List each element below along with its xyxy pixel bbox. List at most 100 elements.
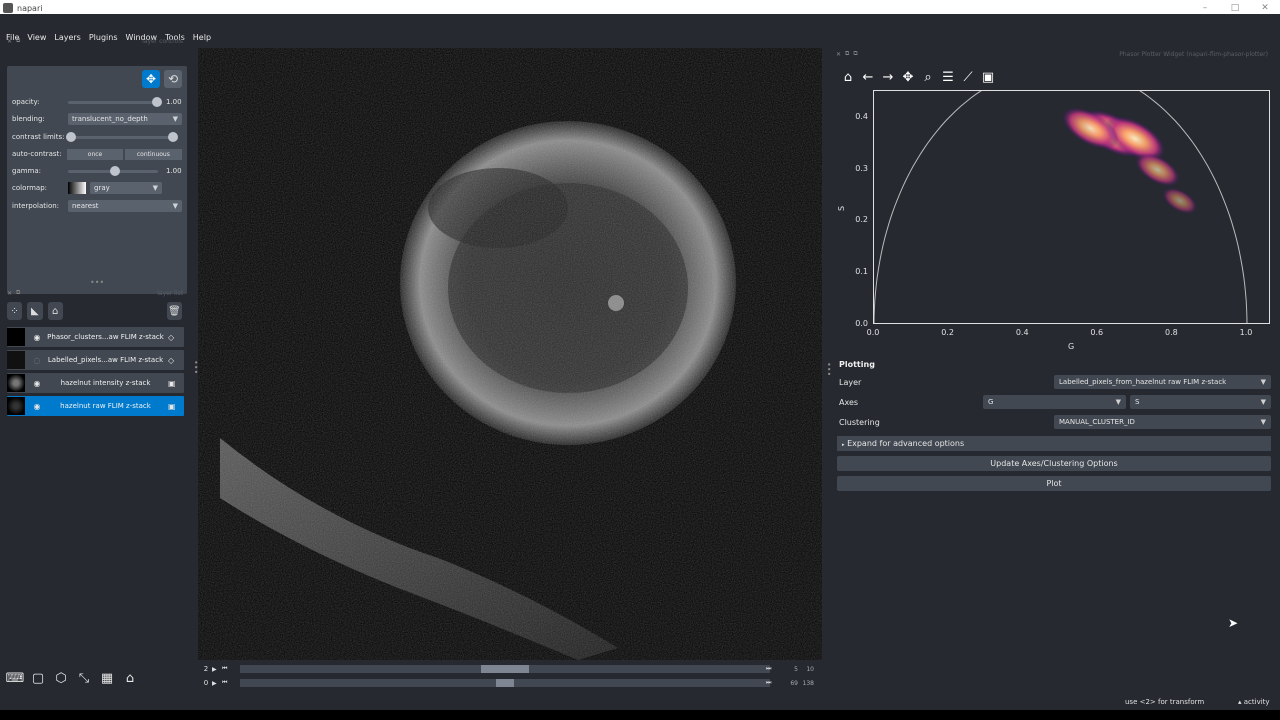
opacity-slider-handle[interactable] xyxy=(152,96,162,107)
layer-item[interactable]: ◌ Labelled_pixels...aw FLIM z-stack ◇ xyxy=(7,350,184,370)
x-axis-select[interactable]: G ▼ xyxy=(983,395,1126,409)
chevron-down-icon: ▼ xyxy=(1260,398,1266,406)
dock-resize-handle[interactable]: ••• xyxy=(90,278,104,287)
clustering-value: MANUAL_CLUSTER_ID xyxy=(1059,418,1135,426)
layer-list-dock-header: ✕ ⧉ layer list xyxy=(7,288,187,298)
autocontrast-label: auto-contrast: xyxy=(12,150,62,158)
gamma-slider[interactable] xyxy=(68,165,158,176)
y-tick-label: 0.2 xyxy=(855,215,868,225)
trash-icon: 🗑 xyxy=(168,305,181,317)
labels-type-icon: ◇ xyxy=(168,332,175,342)
matplotlib-toolbar: ⌂ ← → ✥ ⌕ ☰ ⟋ ▣ xyxy=(838,70,998,86)
roll-3d-icon[interactable]: ⬡ xyxy=(51,668,71,688)
autocontrast-once-button[interactable]: once xyxy=(67,148,123,160)
zoom-icon[interactable]: ⌕ xyxy=(918,70,938,86)
play-icon[interactable]: ▶ xyxy=(212,666,222,673)
splitter-handle[interactable]: ••• xyxy=(824,362,833,376)
y-axis-select[interactable]: S ▼ xyxy=(1130,395,1271,409)
dim-current-value[interactable]: 5 xyxy=(794,666,798,673)
advanced-options-expander[interactable]: ▸ Expand for advanced options xyxy=(837,436,1271,451)
blending-select[interactable]: translucent_no_depth ▼ xyxy=(68,113,182,125)
activity-button[interactable]: ▴ activity xyxy=(1238,698,1270,706)
contrast-min-handle[interactable] xyxy=(66,131,76,142)
layer-field-label: Layer xyxy=(839,378,862,387)
status-bar: use <2> for transform ▴ activity xyxy=(0,696,1280,710)
dim-scrollbar-handle[interactable] xyxy=(481,665,529,673)
phasor-plot[interactable] xyxy=(873,90,1270,324)
layer-item[interactable]: ◉ Phasor_clusters...aw FLIM z-stack ◇ xyxy=(7,327,184,347)
new-labels-layer-button[interactable]: ⌂ xyxy=(47,302,63,320)
interpolation-select[interactable]: nearest ▼ xyxy=(68,200,182,212)
console-icon[interactable]: ⌨ xyxy=(5,668,25,688)
close-dock-icon[interactable]: ✕ xyxy=(836,51,841,58)
hide-dock-icon[interactable]: ⧉ xyxy=(853,50,857,58)
forward-arrow-icon[interactable]: → xyxy=(878,70,898,86)
contrast-range-slider[interactable] xyxy=(66,131,178,142)
layer-name: hazelnut intensity z-stack xyxy=(60,379,151,387)
transform-mode-button[interactable]: ⟲ xyxy=(164,70,182,88)
shapes-icon: ◣ xyxy=(31,305,39,317)
eye-icon[interactable]: ◉ xyxy=(31,379,43,388)
image-type-icon: ▣ xyxy=(168,378,176,388)
plot-button[interactable]: Plot xyxy=(837,476,1271,491)
autocontrast-continuous-button[interactable]: continuous xyxy=(124,148,182,160)
layer-select[interactable]: Labelled_pixels_from_hazelnut raw FLIM z… xyxy=(1054,375,1271,389)
layer-item[interactable]: ◉ hazelnut intensity z-stack ▣ xyxy=(7,373,184,393)
interpolation-label: interpolation: xyxy=(12,202,60,210)
ndisplay-square-icon[interactable]: ▢ xyxy=(28,668,48,688)
heatmap-hotspot xyxy=(1162,187,1198,215)
eye-icon[interactable]: ◉ xyxy=(31,402,43,411)
float-dock-icon[interactable]: ⧉ xyxy=(16,37,20,45)
new-points-layer-button[interactable]: ⁘ xyxy=(7,302,23,320)
layer-thumbnail xyxy=(7,397,25,415)
update-options-button[interactable]: Update Axes/Clustering Options xyxy=(837,456,1271,471)
back-arrow-icon[interactable]: ← xyxy=(858,70,878,86)
dim-current-value[interactable]: 69 xyxy=(790,680,798,687)
image-type-icon: ▣ xyxy=(168,401,176,411)
home-icon[interactable]: ⌂ xyxy=(120,668,140,688)
save-icon[interactable]: ▣ xyxy=(978,70,998,86)
contrast-max-handle[interactable] xyxy=(168,131,178,142)
step-icon[interactable]: ⏮ xyxy=(222,665,232,673)
new-shapes-layer-button[interactable]: ◣ xyxy=(27,302,43,320)
dim-slider-row: 2 ▶ ⏮ ⏭ 5 10 xyxy=(200,662,822,676)
float-dock-icon[interactable]: ⧉ xyxy=(16,289,20,297)
eye-off-icon[interactable]: ◌ xyxy=(31,356,43,365)
bottom-border xyxy=(0,710,1280,720)
dim-scrollbar[interactable] xyxy=(240,665,770,673)
x-tick-label: 0.0 xyxy=(866,328,880,337)
float-dock-icon[interactable]: ⧉ xyxy=(845,50,849,58)
phasor-plot-svg xyxy=(874,91,1248,323)
x-axis-value: G xyxy=(988,398,994,406)
colormap-value: gray xyxy=(94,184,110,192)
colormap-row: colormap: gray ▼ xyxy=(12,181,182,195)
gamma-slider-handle[interactable] xyxy=(110,165,120,176)
step-forward-icon[interactable]: ⏭ xyxy=(766,665,776,673)
transpose-icon[interactable]: ⤡ xyxy=(74,668,94,688)
eye-icon[interactable]: ◉ xyxy=(31,333,43,342)
layer-item-selected[interactable]: ◉ hazelnut raw FLIM z-stack ▣ xyxy=(7,396,184,416)
colormap-select[interactable]: gray ▼ xyxy=(90,182,162,194)
home-icon[interactable]: ⌂ xyxy=(838,70,858,86)
menu-help[interactable]: Help xyxy=(193,33,211,42)
edit-axis-icon[interactable]: ⟋ xyxy=(958,70,978,86)
clustering-select[interactable]: MANUAL_CLUSTER_ID ▼ xyxy=(1054,415,1271,429)
step-forward-icon[interactable]: ⏭ xyxy=(766,679,776,687)
dim-scrollbar-handle[interactable] xyxy=(496,679,514,687)
pan-zoom-mode-button[interactable]: ✥ xyxy=(142,70,160,88)
image-canvas[interactable] xyxy=(198,48,822,660)
pan-icon[interactable]: ✥ xyxy=(898,70,918,86)
close-dock-icon[interactable]: ✕ xyxy=(7,38,12,45)
grid-icon[interactable]: ▦ xyxy=(97,668,117,688)
plot-widget-dock-header: ✕ ⧉ ⧉ Phasor Plotter Widget (napari-flim-p… xyxy=(836,49,1272,59)
configure-subplots-icon[interactable]: ☰ xyxy=(938,70,958,86)
delete-layer-button[interactable]: 🗑 xyxy=(166,302,182,320)
dim-scrollbar[interactable] xyxy=(240,679,770,687)
napari-app-icon xyxy=(3,3,13,13)
tag-icon: ⌂ xyxy=(51,305,59,317)
opacity-slider[interactable] xyxy=(68,96,162,107)
chevron-down-icon: ▼ xyxy=(152,184,158,192)
step-icon[interactable]: ⏮ xyxy=(222,679,232,687)
play-icon[interactable]: ▶ xyxy=(212,680,222,687)
close-dock-icon[interactable]: ✕ xyxy=(7,290,12,297)
